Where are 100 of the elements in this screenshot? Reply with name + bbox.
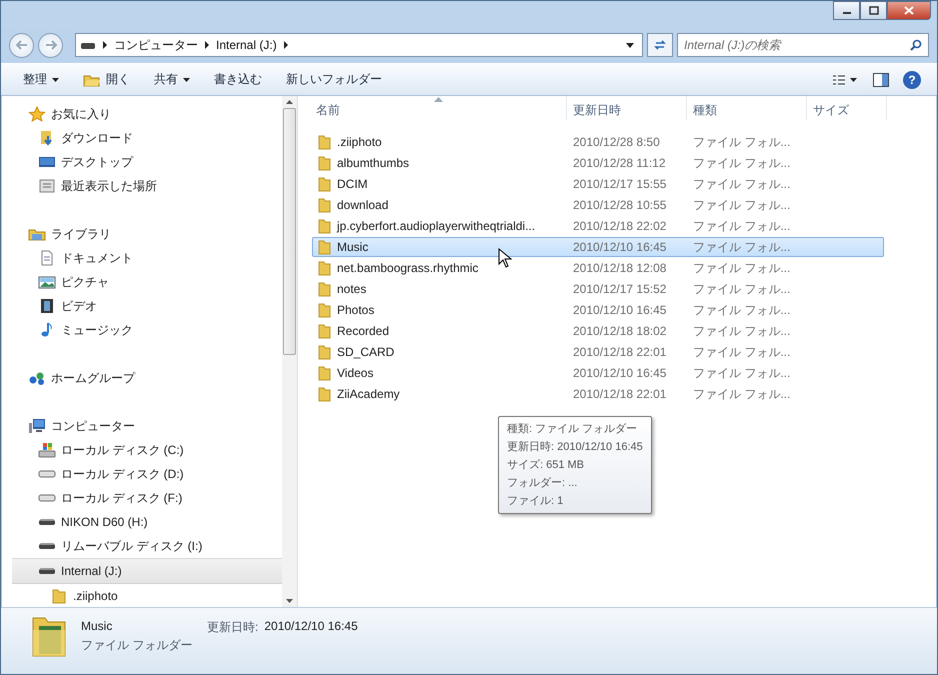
nav-item[interactable]: ピクチャ [2,270,282,294]
file-name: jp.cyberfort.audioplayerwitheqtrialdi... [337,219,536,233]
type-cell-text: ファイル フォル... [692,196,792,214]
refresh-icon [653,39,667,51]
column-header[interactable]: 更新日時 [567,96,687,120]
file-name: DCIM [337,177,368,191]
minimize-button[interactable] [833,1,860,20]
nav-item[interactable]: ドキュメント [2,246,282,270]
nav-item[interactable]: Internal (J:) [12,558,282,584]
nav-item[interactable]: ローカル ディスク (C:) [2,438,282,462]
toolbar-button[interactable]: 開く [73,67,140,92]
file-name: .ziiphoto [337,135,382,149]
details-date: 2010/12/10 16:45 [264,619,358,633]
type-cell-text: ファイル フォル... [692,238,792,256]
caret-icon [52,78,59,82]
date-cell-text: 2010/12/18 12:08 [572,261,668,275]
nav-item[interactable]: ホームグループ [2,366,282,390]
folder-icon [83,72,101,86]
file-row[interactable]: Videos 2010/12/10 16:45 ファイル フォル... [312,363,884,383]
chevron-icon [282,41,289,49]
nav-item[interactable]: お気に入り [2,102,282,126]
scroll-down-icon[interactable] [286,599,293,603]
details-type: ファイル フォルダー [81,637,191,654]
nav-item[interactable]: ダウンロード [2,126,282,150]
file-row[interactable]: albumthumbs 2010/12/28 11:12 ファイル フォル... [312,153,884,173]
type-cell-text: ファイル フォル... [692,322,792,340]
tooltip-line: 更新日時: 2010/12/10 16:45 [507,440,643,455]
maximize-icon [868,6,878,15]
search-field[interactable]: Internal (J:)の検索 [677,33,929,57]
refresh-button[interactable] [647,33,673,57]
nav-item[interactable]: リムーバブル ディスク (I:) [2,534,282,558]
date-cell-text: 2010/12/28 11:12 [572,156,667,170]
nav-item[interactable]: ミュージック [2,318,282,342]
close-button[interactable] [887,1,931,20]
toolbar-button[interactable]: 共有 [144,67,200,92]
type-cell-text: ファイル フォル... [692,134,792,150]
close-icon [904,6,914,15]
folder-icon [317,155,331,171]
file-row[interactable]: notes 2010/12/17 15:52 ファイル フォル... [312,279,884,299]
forward-arrow-icon [44,39,58,51]
nav-item[interactable]: コンピューター [2,414,282,438]
column-header[interactable]: 種類 [687,96,807,120]
file-name: SD_CARD [337,345,394,359]
back-button[interactable] [9,32,34,58]
file-row[interactable]: download 2010/12/28 10:55 ファイル フォル... [312,195,884,215]
file-row[interactable]: Photos 2010/12/10 16:45 ファイル フォル... [312,300,884,320]
toolbar-button[interactable]: 整理 [13,67,69,92]
nav-item[interactable]: ローカル ディスク (D:) [2,462,282,486]
file-row[interactable]: ZiiAcademy 2010/12/18 22:01 ファイル フォル... [312,384,884,404]
drive-icon [80,40,96,50]
details-date-label: 更新日時: [207,619,258,636]
desktop-icon [38,154,56,170]
type-cell-text: ファイル フォル... [692,280,792,298]
breadcrumb-item[interactable]: Internal (J:) [216,38,277,52]
folder-icon [317,365,331,381]
mouse-cursor-icon [498,248,512,268]
scroll-up-icon[interactable] [286,100,293,104]
dropdown-icon[interactable] [626,42,634,48]
nav-item[interactable]: ビデオ [2,294,282,318]
file-row[interactable]: jp.cyberfort.audioplayerwitheqtrialdi... 2010/12/18 22:02 ファイル フォル... [312,216,884,236]
sort-arrow-icon [434,97,443,102]
file-name: Recorded [337,324,390,338]
file-row[interactable]: Music 2010/12/10 16:45 ファイル フォル... [312,237,884,257]
file-row[interactable]: SD_CARD 2010/12/18 22:01 ファイル フォル... [312,342,884,362]
file-name: albumthumbs [337,156,410,170]
scrollbar[interactable] [282,96,297,607]
help-button[interactable]: ? [903,70,921,88]
toolbar-button[interactable]: 書き込む [204,67,272,92]
file-name: Music [337,240,368,254]
maximize-button[interactable] [860,1,887,20]
video-icon [38,298,56,314]
folder-icon [50,588,68,604]
tooltip-line: 種類: ファイル フォルダー [507,422,638,437]
nav-item[interactable]: 最近表示した場所 [2,174,282,198]
file-row[interactable]: .ziiphoto 2010/12/28 8:50 ファイル フォル... [312,132,884,152]
column-header[interactable]: サイズ [807,96,887,120]
file-row[interactable]: Recorded 2010/12/18 18:02 ファイル フォル... [312,321,884,341]
breadcrumb-item[interactable]: コンピューター [114,36,198,54]
nav-item[interactable]: ライブラリ [2,222,282,246]
folder-icon [317,176,331,192]
date-cell-text: 2010/12/10 16:45 [572,366,668,380]
nav-item[interactable]: ローカル ディスク (F:) [2,486,282,510]
nav-item[interactable]: デスクトップ [2,150,282,174]
removable-icon [38,567,56,575]
type-cell-text: ファイル フォル... [692,302,792,318]
forward-button[interactable] [38,32,63,58]
date-cell-text: 2010/12/18 22:02 [572,219,668,233]
recent-icon [38,178,56,194]
tooltip-line: フォルダー: ... [507,476,578,491]
folder-icon [317,281,331,297]
date-cell-text: 2010/12/18 22:01 [572,345,668,359]
nav-item[interactable]: NIKON D60 (H:) [2,510,282,534]
file-row[interactable]: DCIM 2010/12/17 15:55 ファイル フォル... [312,174,884,194]
toolbar-button[interactable]: 新しいフォルダー [276,67,392,92]
address-bar[interactable]: コンピューター Internal (J:) [75,33,643,57]
removable-icon [38,518,56,526]
type-cell-text: ファイル フォル... [692,364,792,382]
date-cell-text: 2010/12/10 16:45 [572,240,668,254]
nav-item[interactable]: .ziiphoto [2,584,282,608]
file-row[interactable]: net.bamboograss.rhythmic 2010/12/18 12:08 ファイル フォル... [312,258,884,278]
